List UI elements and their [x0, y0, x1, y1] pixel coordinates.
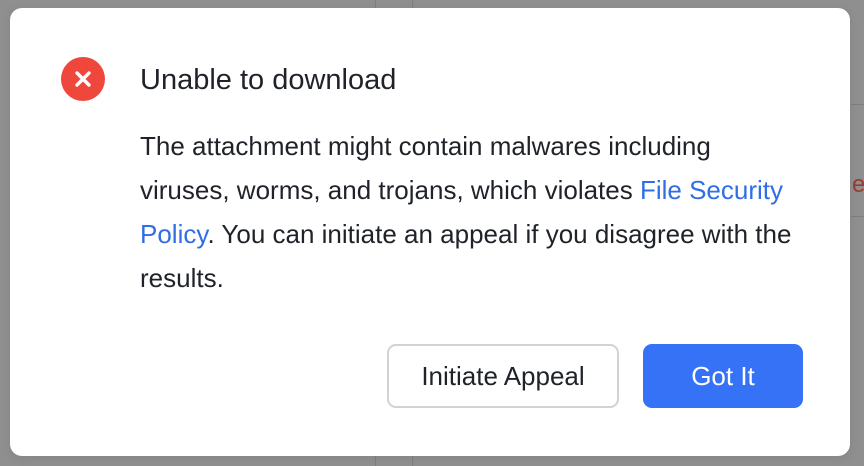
error-close-circle-icon — [61, 57, 105, 101]
background-partial-text: e — [852, 171, 864, 198]
background-divider — [851, 104, 864, 105]
message-text-end: . You can initiate an appeal if you disa… — [140, 219, 792, 293]
close-icon — [75, 71, 91, 87]
got-it-button[interactable]: Got It — [643, 344, 803, 408]
dialog-title: Unable to download — [140, 64, 397, 96]
background-divider — [851, 216, 864, 217]
dialog-message: The attachment might contain malwares in… — [140, 124, 800, 300]
message-text-start: The attachment might contain malwares in… — [140, 131, 711, 205]
initiate-appeal-button[interactable]: Initiate Appeal — [387, 344, 619, 408]
download-error-dialog: Unable to download The attachment might … — [10, 8, 850, 456]
